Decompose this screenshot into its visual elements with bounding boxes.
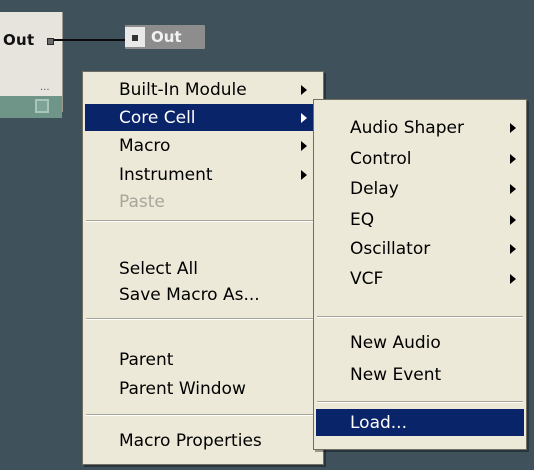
menu-item-parent[interactable]: Parent [85, 346, 321, 373]
menu-item-label: Delay [350, 178, 399, 199]
menu-item-label: VCF [350, 268, 384, 289]
connection-wire [54, 39, 130, 41]
menu-separator [86, 220, 320, 222]
menu-item-label: Built-In Module [119, 79, 247, 100]
menu-item-label: New Audio [350, 332, 441, 353]
submenu-arrow-icon [510, 123, 516, 133]
context-menu: Built-In Module Core Cell Macro Instrume… [82, 71, 324, 465]
menu-item-label: Paste [119, 191, 165, 212]
menu-item-label: Parent Window [119, 378, 246, 399]
out-terminal-port-dot [132, 35, 138, 41]
module-ellipsis: ... [40, 82, 50, 93]
core-cell-submenu: Audio Shaper Control Delay EQ Oscillator… [313, 99, 527, 450]
output-port-label: Out [3, 31, 35, 49]
menu-item-label: Oscillator [350, 238, 431, 259]
menu-separator [317, 316, 523, 318]
menu-item-label: Macro [119, 135, 171, 156]
menu-item-label: Select All [119, 258, 198, 279]
menu-item-built-in-module[interactable]: Built-In Module [85, 76, 321, 103]
menu-item-label: Instrument [119, 164, 213, 185]
menu-item-macro[interactable]: Macro [85, 132, 321, 159]
submenu-item-delay[interactable]: Delay [316, 175, 524, 202]
output-port-connector[interactable] [47, 38, 54, 45]
menu-item-paste[interactable]: Paste [85, 188, 321, 215]
menu-item-label: EQ [350, 209, 375, 230]
menu-item-label: Load... [350, 412, 407, 433]
menu-item-instrument[interactable]: Instrument [85, 161, 321, 188]
submenu-arrow-icon [301, 85, 307, 95]
menu-item-label: New Event [350, 364, 442, 385]
out-terminal-label: Out [151, 28, 182, 46]
submenu-item-oscillator[interactable]: Oscillator [316, 235, 524, 262]
module-footer [0, 96, 62, 118]
out-terminal[interactable]: Out [125, 25, 205, 49]
menu-item-select-all[interactable]: Select All [85, 255, 321, 282]
submenu-arrow-icon [301, 141, 307, 151]
menu-item-label: Macro Properties [119, 430, 262, 451]
menu-item-label: Parent [119, 349, 174, 370]
submenu-item-control[interactable]: Control [316, 145, 524, 172]
menu-item-core-cell[interactable]: Core Cell [85, 104, 321, 131]
menu-separator [317, 401, 523, 403]
menu-separator [86, 318, 320, 320]
menu-item-save-macro-as[interactable]: Save Macro As... [85, 281, 321, 308]
submenu-item-load[interactable]: Load... [316, 409, 524, 436]
submenu-item-new-audio[interactable]: New Audio [316, 329, 524, 356]
submenu-item-eq[interactable]: EQ [316, 206, 524, 233]
menu-item-label: Save Macro As... [119, 284, 260, 305]
submenu-item-audio-shaper[interactable]: Audio Shaper [316, 114, 524, 141]
menu-separator [86, 414, 320, 416]
submenu-arrow-icon [510, 244, 516, 254]
submenu-item-vcf[interactable]: VCF [316, 265, 524, 292]
submenu-arrow-icon [301, 170, 307, 180]
menu-item-parent-window[interactable]: Parent Window [85, 375, 321, 402]
submenu-arrow-icon [301, 113, 307, 123]
submenu-arrow-icon [510, 184, 516, 194]
submenu-item-new-event[interactable]: New Event [316, 361, 524, 388]
submenu-arrow-icon [510, 215, 516, 225]
menu-item-macro-properties[interactable]: Macro Properties [85, 427, 321, 454]
module-toggle[interactable] [35, 99, 49, 113]
menu-item-label: Core Cell [119, 107, 196, 128]
submenu-arrow-icon [510, 274, 516, 284]
submenu-arrow-icon [510, 154, 516, 164]
menu-item-label: Control [350, 148, 412, 169]
menu-item-label: Audio Shaper [350, 117, 464, 138]
